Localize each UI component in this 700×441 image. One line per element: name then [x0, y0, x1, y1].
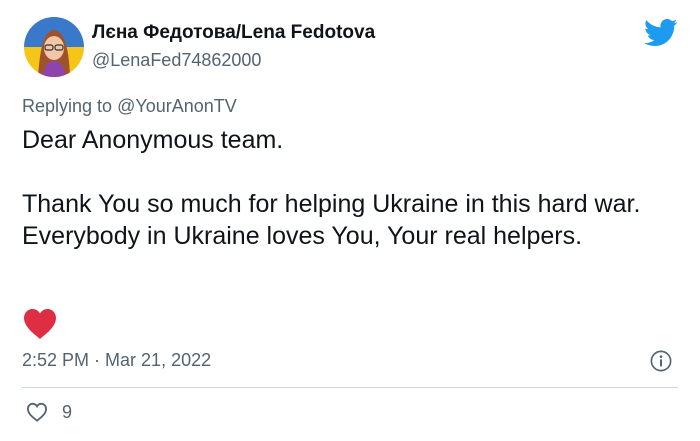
tweet-paragraph: Dear Anonymous team. — [22, 126, 284, 154]
display-name[interactable]: Лєна Федотова/Lena Fedotova — [92, 22, 375, 44]
avatar-image — [24, 17, 84, 77]
like-count[interactable]: 9 — [62, 402, 72, 423]
heart-outline-icon[interactable] — [26, 402, 48, 422]
tweet-time: 2:52 PM — [22, 350, 90, 370]
red-heart-emoji — [24, 308, 56, 340]
info-icon[interactable] — [650, 350, 672, 372]
replying-to-handle[interactable]: @YourAnonTV — [117, 96, 237, 116]
user-handle[interactable]: @LenaFed74862000 — [92, 50, 261, 71]
twitter-bird-icon[interactable] — [644, 18, 678, 48]
tweet-text: Dear Anonymous team. Thank You so much f… — [22, 124, 682, 252]
timestamp-separator: · — [89, 350, 106, 370]
tweet-paragraph: Thank You so much for helping Ukraine in… — [22, 190, 641, 250]
avatar[interactable] — [24, 17, 84, 77]
replying-to-prefix: Replying to — [22, 96, 118, 116]
replying-to-line: Replying to @YourAnonTV — [22, 96, 237, 117]
tweet-timestamp[interactable]: 2:52 PM · Mar 21, 2022 — [22, 350, 211, 371]
divider — [22, 387, 678, 388]
tweet-date: Mar 21, 2022 — [105, 350, 212, 370]
